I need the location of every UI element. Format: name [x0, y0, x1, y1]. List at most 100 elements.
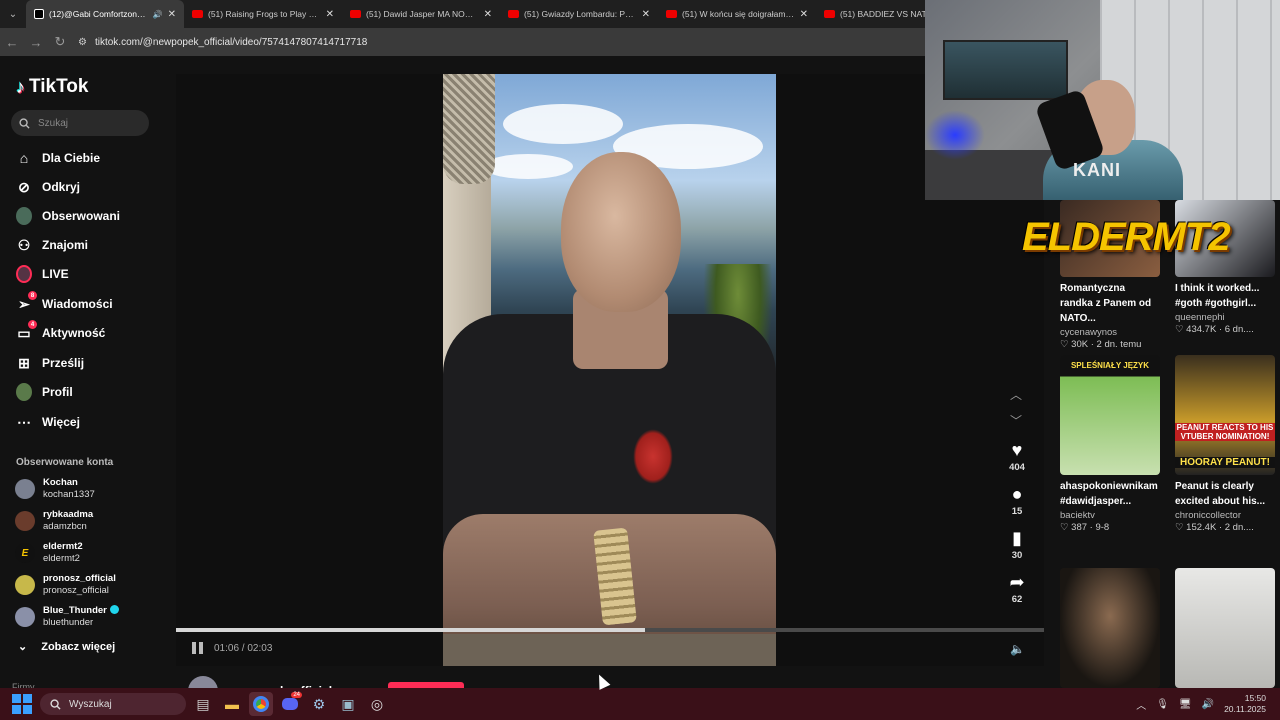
card-author[interactable]: cycenawynos	[1060, 327, 1160, 338]
followed-account[interactable]: E eldermt2 eldermt2	[15, 541, 83, 565]
see-more-button[interactable]: ⌄ Zobacz więcej	[18, 640, 115, 654]
nav-przeslij[interactable]: ⊞ Prześlij	[16, 353, 84, 373]
account-handle: bluethunder	[43, 617, 94, 628]
volume-icon[interactable]: 🔈	[1010, 642, 1025, 656]
tab-close-icon[interactable]: ✕	[326, 9, 334, 20]
video-frame[interactable]	[443, 74, 776, 666]
obs-icon[interactable]: ◎	[365, 692, 389, 716]
comment-count: 15	[1011, 506, 1023, 517]
tab-close-icon[interactable]: ✕	[800, 9, 808, 20]
card-author[interactable]: chroniccollector	[1175, 510, 1275, 521]
windows-start-icon[interactable]	[12, 694, 32, 714]
recommended-video-card[interactable]	[1175, 568, 1275, 688]
browser-tab-3[interactable]: (51) Dawid Jasper MA NOWĄ D ✕	[342, 0, 500, 28]
taskbar-search-placeholder: Wyszukaj	[69, 698, 112, 710]
nav-wiecej[interactable]: ⋯ Więcej	[16, 412, 80, 432]
forward-arrow-icon[interactable]: →	[24, 35, 48, 50]
app-window-icon[interactable]: ▣	[336, 692, 360, 716]
heart-outline-icon: ♡	[1175, 324, 1184, 335]
messages-icon: ➢ 8	[16, 291, 37, 312]
youtube-favicon-icon	[666, 10, 677, 18]
video-thumbnail: PEANUT REACTS TO HIS VTUBER NOMINATION! …	[1175, 355, 1275, 475]
search-icon	[19, 117, 30, 129]
followed-account[interactable]: rybkaadma adamzbcn	[15, 509, 93, 533]
reload-icon[interactable]: ↻	[48, 34, 72, 50]
address-bar: ← → ↻ ⚙ tiktok.com/@newpopek_official/vi…	[0, 28, 925, 56]
tab-search-chevron-icon[interactable]: ⌄	[0, 0, 26, 28]
recommended-video-card[interactable]: PEANUT REACTS TO HIS VTUBER NOMINATION! …	[1175, 355, 1275, 533]
comment-button[interactable]: ● 15	[1002, 484, 1032, 517]
nav-aktywnosc[interactable]: ▭ 4 Aktywność	[16, 320, 105, 343]
followed-account[interactable]: Blue_Thunder bluethunder	[15, 605, 119, 629]
card-author[interactable]: baciektv	[1060, 510, 1160, 521]
account-name: pronosz_official	[43, 573, 116, 584]
nav-label: Obserwowani	[42, 209, 121, 223]
clock[interactable]: 15:50 20.11.2025	[1224, 693, 1266, 715]
back-arrow-icon[interactable]: ←	[0, 35, 24, 50]
account-handle: kochan1337	[43, 489, 95, 500]
card-author[interactable]: queennephi	[1175, 312, 1275, 323]
chrome-icon[interactable]	[249, 692, 273, 716]
avatar	[15, 511, 35, 531]
tab-label: (51) Gwiazdy Lombardu: Paczka	[524, 9, 637, 19]
sidebar: ♪ TikTok Szukaj ⌂ Dla Ciebie ⊘ Odkryj Ob…	[0, 56, 168, 692]
activity-badge: 4	[28, 320, 37, 329]
nav-dla-ciebie[interactable]: ⌂ Dla Ciebie	[16, 148, 100, 168]
followed-account[interactable]: pronosz_official pronosz_official	[15, 573, 116, 597]
taskbar-search-input[interactable]: Wyszukaj	[40, 693, 186, 715]
volume-tray-icon[interactable]: 🔊	[1202, 699, 1214, 710]
account-name: rybkaadma	[43, 509, 94, 520]
search-input[interactable]: Szukaj	[11, 110, 149, 136]
search-placeholder: Szukaj	[38, 117, 69, 129]
share-count: 62	[1011, 594, 1023, 605]
video-progress-bar[interactable]	[176, 628, 1044, 632]
tab-close-icon[interactable]: ✕	[484, 9, 492, 20]
more-icon: ⋯	[17, 413, 31, 430]
nav-obserwowani[interactable]: Obserwowani	[16, 206, 120, 226]
tiktok-logo[interactable]: ♪ TikTok	[16, 76, 88, 98]
share-button[interactable]: ➦ 62	[1002, 572, 1032, 605]
tab-close-icon[interactable]: ✕	[168, 9, 176, 20]
nav-live[interactable]: LIVE	[16, 264, 69, 284]
browser-tab-1[interactable]: (12)@Gabi Comfortzone D 🔊 ✕	[26, 0, 184, 28]
discord-icon[interactable]: 24	[278, 692, 302, 716]
followed-account[interactable]: Kochan kochan1337	[15, 477, 95, 501]
nav-odkryj[interactable]: ⊘ Odkryj	[16, 177, 80, 197]
steam-icon[interactable]: ⚙	[307, 692, 331, 716]
previous-video-arrow-icon[interactable]: ︿	[1010, 386, 1022, 403]
thumbnail-caption: PEANUT REACTS TO HIS VTUBER NOMINATION!	[1175, 423, 1275, 441]
next-video-arrow-icon[interactable]: ﹀	[1010, 412, 1022, 429]
tray-expand-chevron-icon[interactable]: ︿	[1136, 697, 1146, 712]
youtube-favicon-icon	[192, 10, 203, 18]
speaker-icon[interactable]: 🔊	[153, 10, 163, 19]
time-display: 01:06 / 02:03	[214, 642, 273, 654]
avatar	[15, 479, 35, 499]
browser-tab-5[interactable]: (51) W końcu się doigrałam - w ✕	[658, 0, 816, 28]
file-explorer-icon[interactable]: ▬	[220, 692, 244, 716]
card-title: Peanut is clearly excited about his...	[1175, 481, 1266, 507]
compass-icon: ⊘	[18, 178, 30, 195]
pause-icon[interactable]	[192, 642, 204, 654]
nav-znajomi[interactable]: ⚇ Znajomi	[16, 235, 88, 255]
bookmark-button[interactable]: ▮ 30	[1002, 528, 1032, 561]
video-player[interactable]: 01:06 / 02:03 🔈	[176, 74, 1044, 666]
upload-icon: ⊞	[18, 354, 30, 371]
browser-tab-2[interactable]: (51) Raising Frogs to Play Video ✕	[184, 0, 342, 28]
card-title: ahaspokoniewnikam #dawidjasper...	[1060, 481, 1158, 507]
card-title: I think it worked... #goth #gothgirl...	[1175, 283, 1260, 309]
nav-wiadomosci[interactable]: ➢ 8 Wiadomości	[16, 291, 113, 314]
recommended-video-card[interactable]	[1060, 568, 1160, 688]
site-info-icon[interactable]: ⚙	[78, 37, 87, 48]
heart-outline-icon: ♡	[1060, 522, 1069, 533]
video-thumbnail: SPLEŚNIAŁY JĘZYK	[1060, 355, 1160, 475]
task-view-icon[interactable]: ▤	[191, 692, 215, 716]
video-progress-fill	[176, 628, 645, 632]
url-field[interactable]: ⚙ tiktok.com/@newpopek_official/video/75…	[78, 31, 925, 53]
tab-close-icon[interactable]: ✕	[642, 9, 650, 20]
nav-profil[interactable]: Profil	[16, 382, 73, 402]
recommended-video-card[interactable]: SPLEŚNIAŁY JĘZYK ahaspokoniewnikam #dawi…	[1060, 355, 1160, 533]
like-button[interactable]: ♥ 404	[1002, 440, 1032, 473]
network-icon[interactable]: 🖥	[1179, 699, 1192, 710]
microphone-tray-icon[interactable]: 🎙	[1156, 699, 1169, 710]
browser-tab-4[interactable]: (51) Gwiazdy Lombardu: Paczka ✕	[500, 0, 658, 28]
